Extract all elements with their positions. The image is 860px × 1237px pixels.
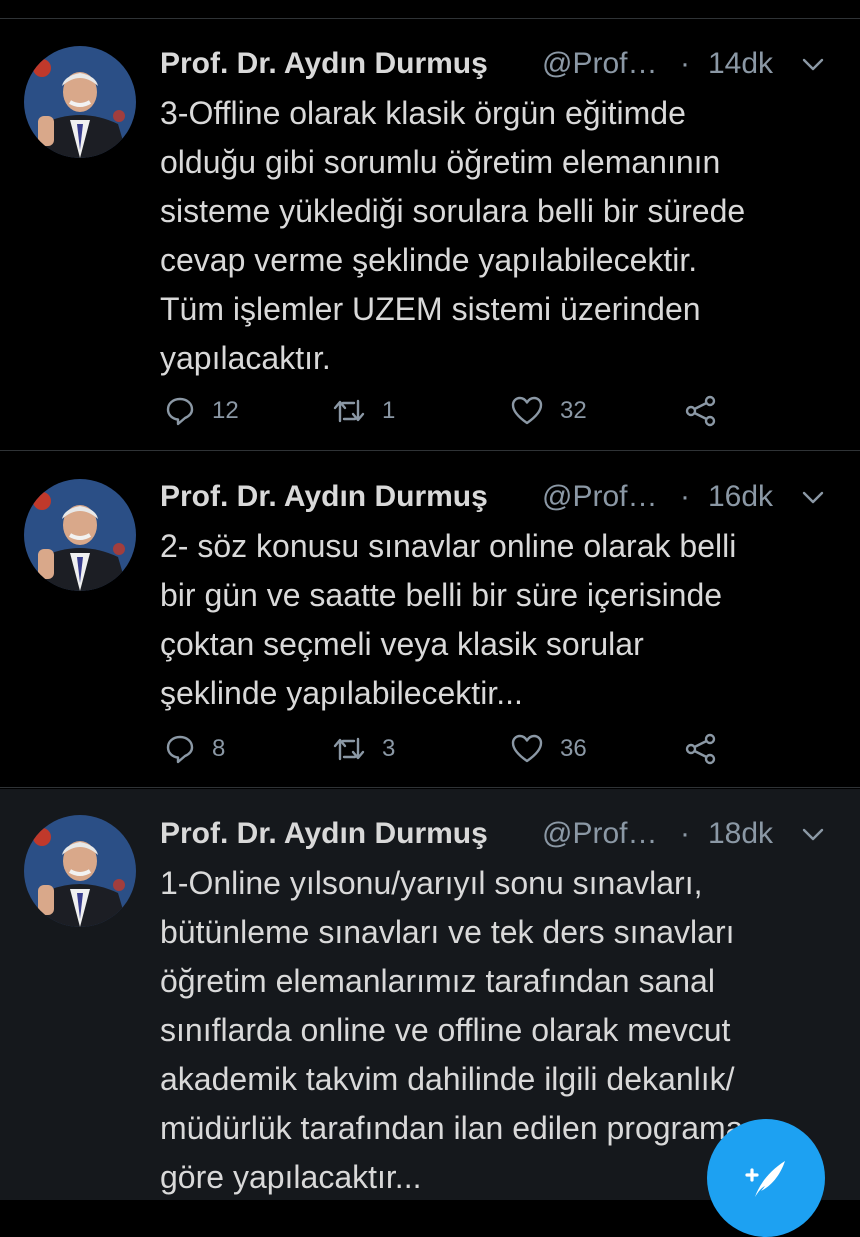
retweet-button[interactable]: 3 (332, 729, 395, 769)
heart-icon (510, 395, 544, 427)
retweet-icon (332, 395, 366, 427)
tweet-text: 3-Offline olarak klasik örgün eğitimde o… (160, 95, 746, 376)
reply-count: 8 (212, 735, 226, 762)
avatar[interactable] (24, 46, 136, 158)
tweet-header: Prof. Dr. Aydın Durmuş @Prof… · 18dk (160, 813, 840, 857)
share-button[interactable] (684, 729, 718, 769)
separator-dot: · (680, 47, 690, 80)
reply-count: 12 (212, 397, 239, 424)
share-icon (684, 395, 718, 427)
retweet-count: 3 (382, 735, 396, 762)
author-handle[interactable]: @Prof… (542, 817, 657, 851)
separator-dot: · (680, 817, 690, 850)
like-count: 36 (560, 735, 587, 762)
like-button[interactable]: 32 (510, 391, 587, 431)
tweet-time[interactable]: 18dk (708, 817, 773, 851)
retweet-icon (332, 733, 366, 765)
tweet-text: 2- söz konusu sınavlar online olarak bel… (160, 528, 737, 711)
tweet-actions: 12 1 32 (160, 391, 840, 431)
reply-button[interactable]: 8 (164, 729, 225, 769)
chevron-down-icon[interactable] (800, 488, 826, 508)
tweet-time[interactable]: 16dk (708, 480, 773, 514)
share-button[interactable] (684, 391, 718, 431)
share-icon (684, 733, 718, 765)
author-name[interactable]: Prof. Dr. Aydın Durmuş (160, 817, 488, 851)
tweet-header: Prof. Dr. Aydın Durmuş @Prof… · 16dk (160, 476, 840, 520)
avatar[interactable] (24, 479, 136, 591)
reply-button[interactable]: 12 (164, 391, 239, 431)
retweet-count: 1 (382, 397, 396, 424)
retweet-button[interactable]: 1 (332, 391, 395, 431)
reply-icon (164, 395, 196, 427)
tweet-time[interactable]: 14dk (708, 47, 773, 81)
author-name[interactable]: Prof. Dr. Aydın Durmuş (160, 480, 488, 514)
separator-dot: · (680, 480, 690, 513)
reply-icon (164, 733, 196, 765)
author-name[interactable]: Prof. Dr. Aydın Durmuş (160, 47, 488, 81)
like-button[interactable]: 36 (510, 729, 587, 769)
like-count: 32 (560, 397, 587, 424)
tweet-item[interactable]: Prof. Dr. Aydın Durmuş @Prof… · 14dk 3-O… (0, 19, 860, 451)
author-handle[interactable]: @Prof… (542, 47, 657, 81)
heart-icon (510, 733, 544, 765)
tweet-item[interactable]: Prof. Dr. Aydın Durmuş @Prof… · 16dk 2- … (0, 452, 860, 788)
chevron-down-icon[interactable] (800, 55, 826, 75)
compose-tweet-button[interactable] (707, 1119, 825, 1237)
author-handle[interactable]: @Prof… (542, 480, 657, 514)
tweet-actions: 8 3 36 (160, 729, 840, 769)
tweet-header: Prof. Dr. Aydın Durmuş @Prof… · 14dk (160, 43, 840, 87)
chevron-down-icon[interactable] (800, 825, 826, 845)
avatar[interactable] (24, 815, 136, 927)
